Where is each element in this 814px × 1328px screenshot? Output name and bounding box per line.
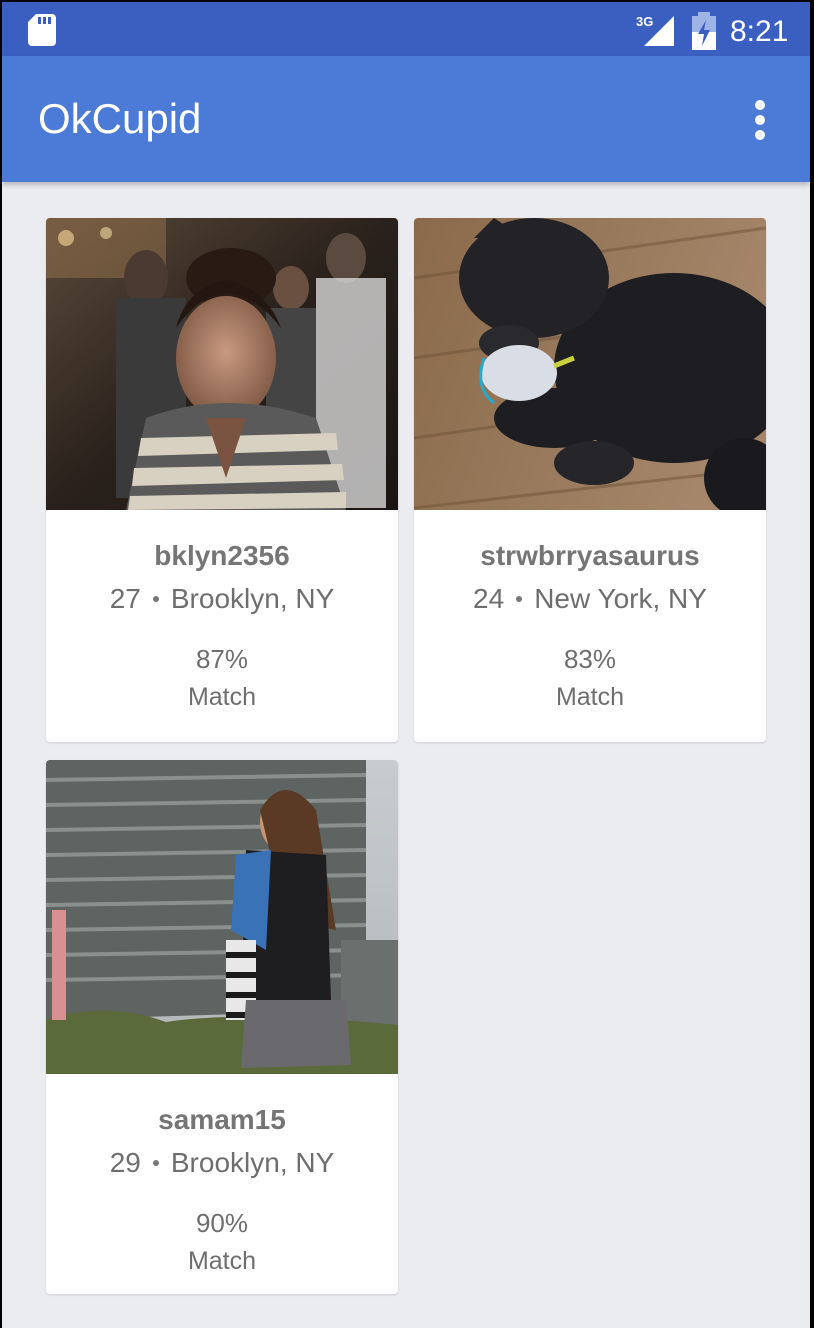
profile-info: strwbrryasaurus 24 New York, NY 83% Match xyxy=(414,538,766,714)
profile-info: bklyn2356 27 Brooklyn, NY 87% Match xyxy=(46,538,398,714)
profile-photo[interactable] xyxy=(46,218,398,510)
cell-signal-icon: 3G xyxy=(634,14,674,48)
profile-age: 27 xyxy=(109,583,141,614)
profile-card[interactable]: bklyn2356 27 Brooklyn, NY 87% Match xyxy=(46,218,398,742)
app-title: OkCupid xyxy=(38,95,202,142)
app-bar: OkCupid xyxy=(2,56,810,182)
match-percent: 83% xyxy=(563,644,617,674)
woman-in-striped-shirt-photo xyxy=(46,218,398,510)
profile-username: strwbrryasaurus xyxy=(480,540,700,571)
status-time: 8:21 xyxy=(730,15,789,48)
profile-location: Brooklyn, NY xyxy=(170,583,335,614)
screen: 3G 8:21 OkCupid bklyn2356 27 Brooklyn, N… xyxy=(2,2,810,1328)
match-label: Match xyxy=(187,683,257,711)
profile-card[interactable]: samam15 29 Brooklyn, NY 90% Match xyxy=(46,760,398,1294)
more-vert-icon xyxy=(755,100,765,110)
battery-charging-icon xyxy=(692,12,716,50)
status-bar: 3G 8:21 xyxy=(2,2,810,56)
match-label: Match xyxy=(187,1247,257,1275)
profile-details: 27 Brooklyn, NY xyxy=(46,578,398,620)
profile-details: 24 New York, NY xyxy=(414,578,766,620)
profile-photo[interactable] xyxy=(46,760,398,1074)
profile-age: 24 xyxy=(473,583,505,614)
match-percent: 87% xyxy=(195,644,249,674)
profile-card[interactable]: strwbrryasaurus 24 New York, NY 83% Match xyxy=(414,218,766,742)
woman-in-front-of-building-photo xyxy=(46,760,398,1074)
profile-info: samam15 29 Brooklyn, NY 90% Match xyxy=(46,1102,398,1278)
black-cat-with-toy-photo xyxy=(414,218,766,510)
profile-details: 29 Brooklyn, NY xyxy=(46,1142,398,1184)
overflow-menu-button[interactable] xyxy=(740,94,780,146)
separator-dot xyxy=(152,1159,159,1166)
separator-dot xyxy=(152,595,159,602)
profile-location: Brooklyn, NY xyxy=(170,1147,335,1178)
profile-location: New York, NY xyxy=(534,583,707,614)
match-label: Match xyxy=(555,683,625,711)
profile-age: 29 xyxy=(109,1147,141,1178)
separator-dot xyxy=(516,595,523,602)
profile-photo[interactable] xyxy=(414,218,766,510)
match-percent: 90% xyxy=(195,1208,249,1238)
sd-card-icon xyxy=(28,14,56,46)
profile-username: bklyn2356 xyxy=(154,540,290,571)
profile-username: samam15 xyxy=(158,1104,286,1135)
